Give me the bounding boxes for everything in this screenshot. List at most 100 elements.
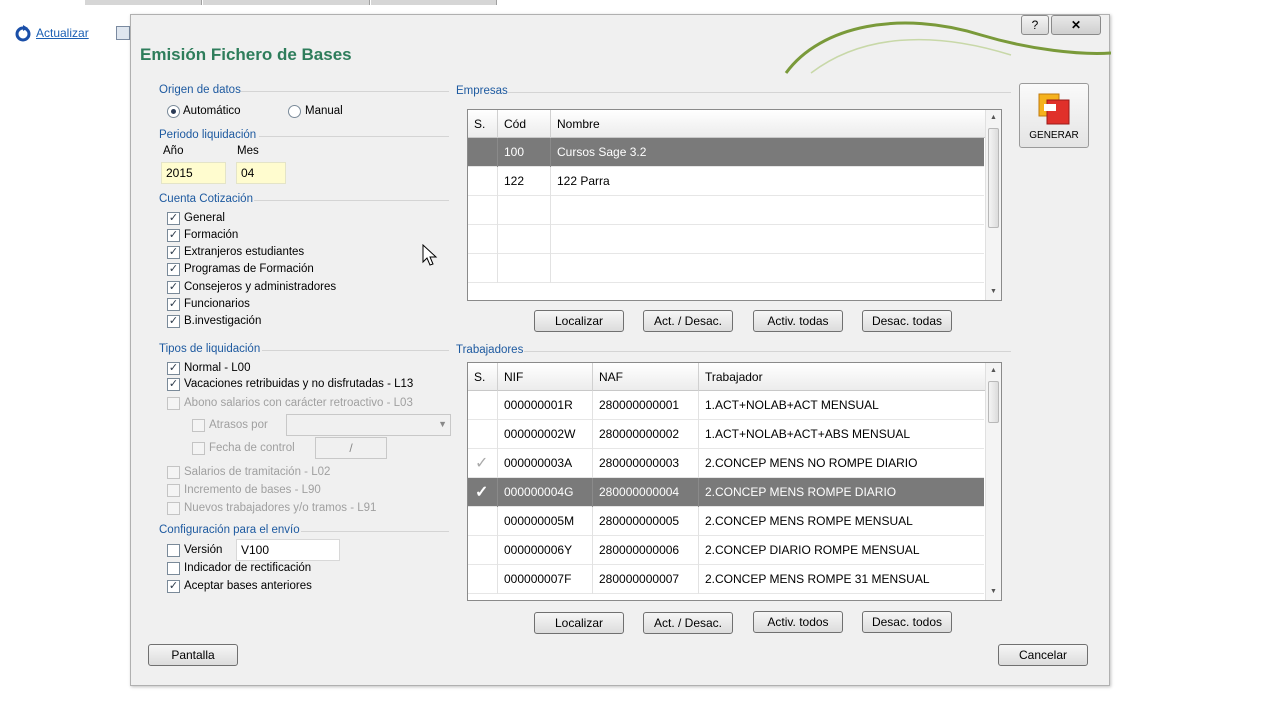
fecha-control-input[interactable]: / <box>315 437 387 459</box>
aceptar-checkbox[interactable]: ✓ <box>167 580 180 593</box>
refresh-link[interactable]: Actualizar <box>36 26 89 40</box>
scroll-down-icon[interactable]: ▼ <box>990 588 997 595</box>
empresas-scrollbar[interactable]: ▲ ▼ <box>985 110 1001 300</box>
cuenta-checkbox[interactable]: ✓ <box>167 298 180 311</box>
scroll-thumb[interactable] <box>988 381 999 423</box>
config-legend: Configuración para el envío <box>159 524 300 536</box>
refresh-link-group[interactable]: Actualizar <box>14 24 89 42</box>
trabajadores-localizar-button[interactable]: Localizar <box>534 612 624 634</box>
column-header[interactable]: Nombre <box>551 110 986 138</box>
abono-checkbox[interactable] <box>167 397 180 410</box>
top-tab[interactable] <box>85 0 202 5</box>
table-row[interactable]: 000000005M 280000000005 2.CONCEP MENS RO… <box>468 507 984 536</box>
calendar-icon[interactable] <box>116 26 130 40</box>
row-select-cell[interactable] <box>468 391 498 420</box>
nuevos-label: Nuevos trabajadores y/o tramos - L91 <box>184 502 377 514</box>
atrasos-checkbox[interactable] <box>192 419 205 432</box>
table-row[interactable]: 000000006Y 280000000006 2.CONCEP DIARIO … <box>468 536 984 565</box>
help-button[interactable]: ? <box>1021 15 1049 35</box>
naf-cell: 280000000004 <box>593 478 699 507</box>
scroll-up-icon[interactable]: ▲ <box>990 114 997 121</box>
manual-label: Manual <box>305 105 343 117</box>
trabajadores-act-desac-button[interactable]: Act. / Desac. <box>643 612 733 634</box>
empty-row <box>468 254 984 283</box>
top-tab[interactable] <box>371 0 497 5</box>
table-row[interactable]: 000000002W 280000000002 1.ACT+NOLAB+ACT+… <box>468 420 984 449</box>
nif-cell: 000000001R <box>498 391 593 420</box>
empresas-localizar-button[interactable]: Localizar <box>534 310 624 332</box>
aceptar-label: Aceptar bases anteriores <box>184 580 312 592</box>
cuenta-checkbox[interactable]: ✓ <box>167 212 180 225</box>
indicador-checkbox[interactable] <box>167 562 180 575</box>
generar-button[interactable]: GENERAR <box>1019 83 1089 148</box>
cancelar-button[interactable]: Cancelar <box>998 644 1088 666</box>
empresas-grid[interactable]: S. Cód Nombre 100 Cursos Sage 3.2 122 12… <box>467 109 1002 301</box>
trabajadores-grid[interactable]: S. NIF NAF Trabajador 000000001R 2800000… <box>467 362 1002 601</box>
row-select-cell[interactable] <box>468 167 498 196</box>
table-row[interactable]: 000000001R 280000000001 1.ACT+NOLAB+ACT … <box>468 391 984 420</box>
column-header[interactable]: Cód <box>498 110 551 138</box>
cuenta-item-label: Formación <box>184 229 239 241</box>
trabajadores-scrollbar[interactable]: ▲ ▼ <box>985 363 1001 600</box>
row-select-cell[interactable] <box>468 536 498 565</box>
cuenta-item-label: Consejeros y administradores <box>184 281 337 293</box>
nuevos-checkbox[interactable] <box>167 502 180 515</box>
auto-radio[interactable] <box>167 105 180 118</box>
empresas-activ-todas-button[interactable]: Activ. todas <box>753 310 843 332</box>
cuenta-item-label: Funcionarios <box>184 298 250 310</box>
table-row[interactable]: ✓ 000000004G 280000000004 2.CONCEP MENS … <box>468 478 984 507</box>
trabajadores-desac-todos-button[interactable]: Desac. todos <box>862 611 952 633</box>
column-header[interactable]: S. <box>468 363 498 391</box>
cuenta-checkbox[interactable]: ✓ <box>167 281 180 294</box>
column-header[interactable]: NAF <box>593 363 699 391</box>
table-row[interactable]: 122 122 Parra <box>468 167 984 196</box>
month-input[interactable]: 04 <box>236 162 286 184</box>
naf-cell: 280000000002 <box>593 420 699 449</box>
row-select-cell[interactable] <box>468 420 498 449</box>
pantalla-button[interactable]: Pantalla <box>148 644 238 666</box>
top-tab[interactable] <box>203 0 370 5</box>
atrasos-label: Atrasos por <box>209 419 268 431</box>
empresas-act-desac-button[interactable]: Act. / Desac. <box>643 310 733 332</box>
check-icon[interactable]: ✓ <box>468 478 498 507</box>
scroll-down-icon[interactable]: ▼ <box>990 288 997 295</box>
version-checkbox[interactable] <box>167 544 180 557</box>
atrasos-select[interactable]: ▼ <box>286 414 451 436</box>
cuenta-checkbox[interactable]: ✓ <box>167 315 180 328</box>
version-input[interactable]: V100 <box>236 539 340 561</box>
salarios-checkbox[interactable] <box>167 466 180 479</box>
vacaciones-checkbox[interactable]: ✓ <box>167 378 180 391</box>
trabajadores-activ-todos-button[interactable]: Activ. todos <box>753 611 843 633</box>
refresh-icon <box>15 25 31 42</box>
cuenta-checkbox[interactable]: ✓ <box>167 263 180 276</box>
table-row[interactable]: 100 Cursos Sage 3.2 <box>468 138 984 167</box>
column-header[interactable]: Trabajador <box>699 363 986 391</box>
periodo-group: Periodo liquidación <box>159 129 449 141</box>
incremento-checkbox[interactable] <box>167 484 180 497</box>
dialog-title: Emisión Fichero de Bases <box>140 45 352 64</box>
empty-row <box>468 196 984 225</box>
naf-cell: 280000000007 <box>593 565 699 594</box>
scroll-up-icon[interactable]: ▲ <box>990 367 997 374</box>
empresas-desac-todas-button[interactable]: Desac. todas <box>862 310 952 332</box>
cuenta-checkbox[interactable]: ✓ <box>167 246 180 259</box>
manual-radio[interactable] <box>288 105 301 118</box>
scroll-thumb[interactable] <box>988 128 999 228</box>
row-select-cell[interactable] <box>468 565 498 594</box>
cuenta-checkbox[interactable]: ✓ <box>167 229 180 242</box>
nif-cell: 000000002W <box>498 420 593 449</box>
tipos-legend: Tipos de liquidación <box>159 343 261 355</box>
column-header[interactable]: S. <box>468 110 498 138</box>
normal-checkbox[interactable]: ✓ <box>167 362 180 375</box>
row-select-cell[interactable] <box>468 138 498 167</box>
auto-label: Automático <box>183 105 241 117</box>
row-select-cell[interactable] <box>468 507 498 536</box>
table-row[interactable]: 000000007F 280000000007 2.CONCEP MENS RO… <box>468 565 984 594</box>
column-header[interactable]: NIF <box>498 363 593 391</box>
table-row[interactable]: ✓ 000000003A 280000000003 2.CONCEP MENS … <box>468 449 984 478</box>
check-icon[interactable]: ✓ <box>468 449 498 478</box>
close-button[interactable]: ✕ <box>1051 15 1101 35</box>
year-input[interactable]: 2015 <box>161 162 226 184</box>
fecha-control-checkbox[interactable] <box>192 442 205 455</box>
origen-legend: Origen de datos <box>159 84 241 96</box>
